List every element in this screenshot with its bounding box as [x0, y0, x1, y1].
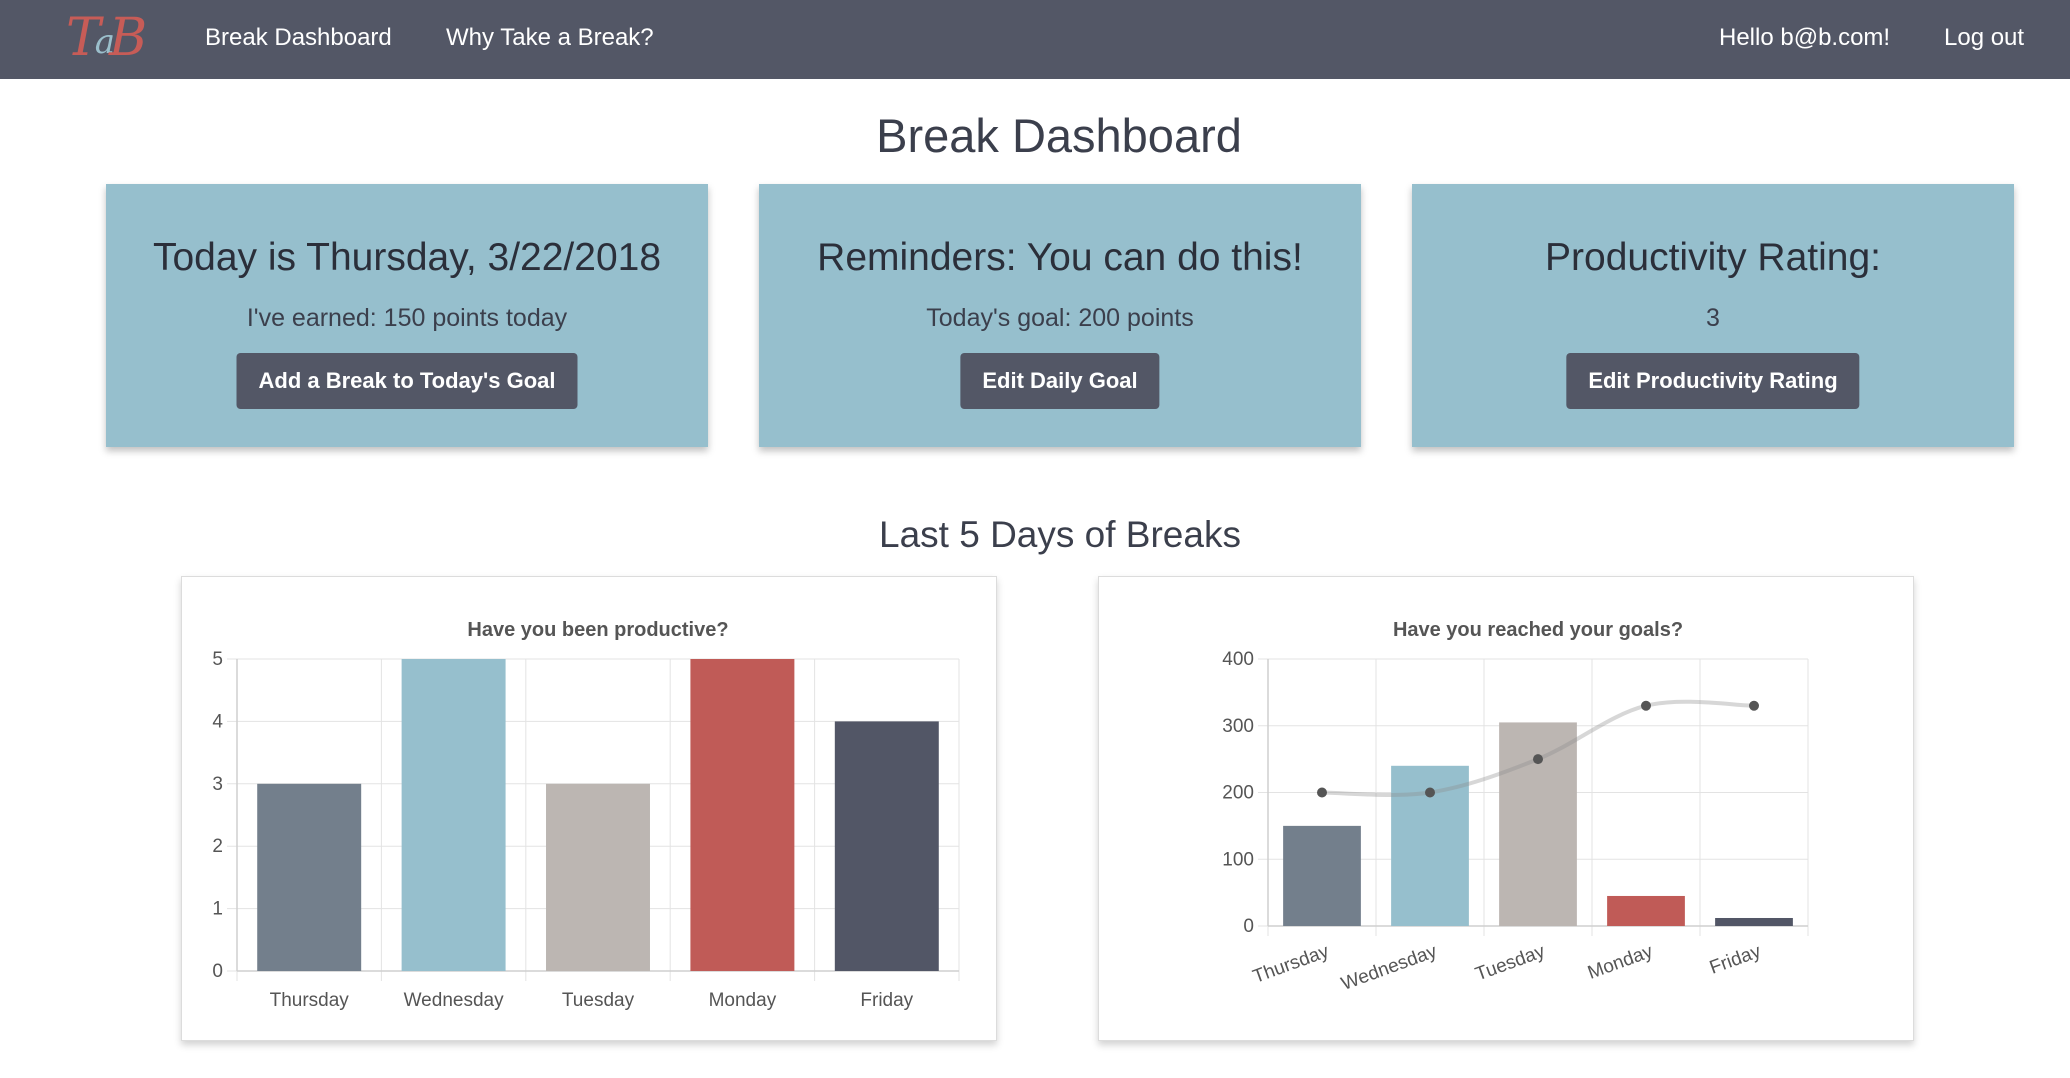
x-tick-label: Friday — [1707, 941, 1764, 979]
y-tick-label: 0 — [212, 961, 223, 982]
tab-logo[interactable]: TaB — [66, 4, 147, 72]
chart-title: Have you reached your goals? — [1393, 619, 1683, 641]
daily-goal: Today's goal: 200 points — [926, 304, 1194, 332]
y-tick-label: 100 — [1222, 849, 1254, 870]
y-tick-label: 300 — [1222, 716, 1254, 737]
chart-title: Have you been productive? — [467, 619, 728, 641]
productivity-label: Productivity Rating: — [1545, 236, 1881, 279]
goal-point — [1317, 787, 1327, 798]
navbar: TaB Break Dashboard Why Take a Break? He… — [0, 0, 2070, 79]
user-greeting: Hello b@b.com! — [1719, 24, 1891, 51]
goal-point — [1533, 754, 1543, 765]
productivity-chart-card: Have you been productive? 0 1 2 3 4 5 Thursday W… — [181, 576, 997, 1041]
goal-point — [1641, 700, 1651, 711]
goals-chart-card: Have you reached your goals? 0 100 200 300 40… — [1098, 576, 1914, 1041]
productivity-chart: Have you been productive? 0 1 2 3 4 5 Thursday W… — [212, 619, 960, 1011]
goals-chart: Have you reached your goals? 0 100 200 300 40… — [1222, 619, 1809, 995]
bar — [401, 659, 506, 971]
y-tick-label: 400 — [1222, 649, 1254, 670]
section-title: Last 5 Days of Breaks — [879, 514, 1241, 555]
x-tick-label: Monday — [709, 990, 777, 1011]
x-tick-label: Wednesday — [1339, 941, 1441, 995]
add-break-button[interactable]: Add a Break to Today's Goal — [236, 353, 578, 409]
y-tick-label: 5 — [212, 649, 223, 670]
bar — [257, 783, 362, 971]
y-tick-label: 1 — [212, 899, 223, 920]
page-title: Break Dashboard — [876, 109, 1242, 162]
x-tick-label: Thursday — [1250, 941, 1332, 988]
x-tick-label: Thursday — [270, 990, 350, 1011]
bar — [834, 721, 939, 971]
bar — [1715, 917, 1793, 926]
x-tick-label: Tuesday — [1473, 941, 1548, 986]
bar — [546, 783, 650, 971]
x-tick-label: Friday — [860, 990, 913, 1011]
edit-daily-goal-button[interactable]: Edit Daily Goal — [960, 353, 1160, 409]
points-earned: I've earned: 150 points today — [246, 304, 568, 332]
x-tick-label: Tuesday — [562, 990, 635, 1011]
y-tick-label: 0 — [1243, 916, 1254, 937]
y-tick-label: 2 — [212, 836, 223, 857]
goal-point — [1749, 700, 1759, 711]
productivity-value: 3 — [1706, 304, 1720, 332]
reminders-card: Reminders: You can do this! Today's goal… — [759, 184, 1361, 447]
today-card: Today is Thursday, 3/22/2018 I've earned… — [106, 184, 708, 447]
today-date: Today is Thursday, 3/22/2018 — [152, 236, 662, 279]
goal-point — [1425, 787, 1435, 798]
nav-link-break-dashboard[interactable]: Break Dashboard — [205, 0, 392, 76]
x-tick-label: Monday — [1585, 941, 1656, 984]
bar — [690, 659, 795, 971]
edit-productivity-button[interactable]: Edit Productivity Rating — [1566, 353, 1860, 409]
bar — [1499, 722, 1577, 926]
bar — [1607, 895, 1685, 926]
logout-link[interactable]: Log out — [1944, 0, 2024, 76]
bar — [1283, 825, 1361, 926]
y-tick-label: 4 — [212, 711, 223, 732]
x-tick-label: Wednesday — [404, 990, 504, 1011]
reminder-text: Reminders: You can do this! — [817, 236, 1303, 279]
productivity-card: Productivity Rating: 3 Edit Productivity… — [1412, 184, 2014, 447]
nav-link-why-take-a-break[interactable]: Why Take a Break? — [446, 0, 654, 76]
y-tick-label: 200 — [1222, 783, 1254, 804]
y-tick-label: 3 — [212, 774, 223, 795]
